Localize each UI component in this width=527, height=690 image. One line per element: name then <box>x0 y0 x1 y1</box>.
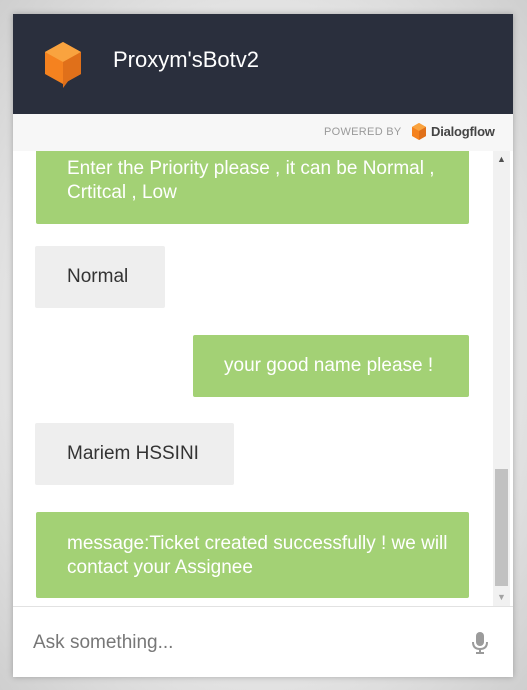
scrollbar-thumb[interactable] <box>495 469 508 586</box>
microphone-icon[interactable] <box>470 631 490 655</box>
powered-by-bar: POWERED BY Dialogflow <box>13 114 513 151</box>
input-bar <box>13 606 513 677</box>
scroll-up-arrow[interactable]: ▲ <box>493 151 510 168</box>
bot-message: your good name please ! <box>193 335 469 397</box>
message-input[interactable] <box>33 627 453 659</box>
bot-message: Enter the Priority please , it can be No… <box>36 151 469 224</box>
chat-header: Proxym'sBotv2 <box>13 14 513 114</box>
bot-title: Proxym'sBotv2 <box>113 47 260 72</box>
dialogflow-cube-icon <box>45 42 81 88</box>
message-list[interactable]: Enter the Priority please , it can be No… <box>13 151 493 606</box>
dialogflow-brand-label[interactable]: Dialogflow <box>431 124 495 139</box>
page-background: Proxym'sBotv2 POWERED BY Dialogflow Ente… <box>0 0 527 690</box>
user-message: Normal <box>35 246 165 308</box>
chat-scrollbar[interactable]: ▲ ▼ <box>493 151 510 606</box>
user-message: Mariem HSSINI <box>35 423 234 485</box>
bot-message: message:Ticket created successfully ! we… <box>36 512 469 598</box>
powered-by-label: POWERED BY <box>324 126 402 138</box>
chat-widget: Proxym'sBotv2 POWERED BY Dialogflow Ente… <box>13 14 513 677</box>
dialogflow-icon <box>412 123 426 140</box>
scroll-down-arrow[interactable]: ▼ <box>493 589 510 606</box>
